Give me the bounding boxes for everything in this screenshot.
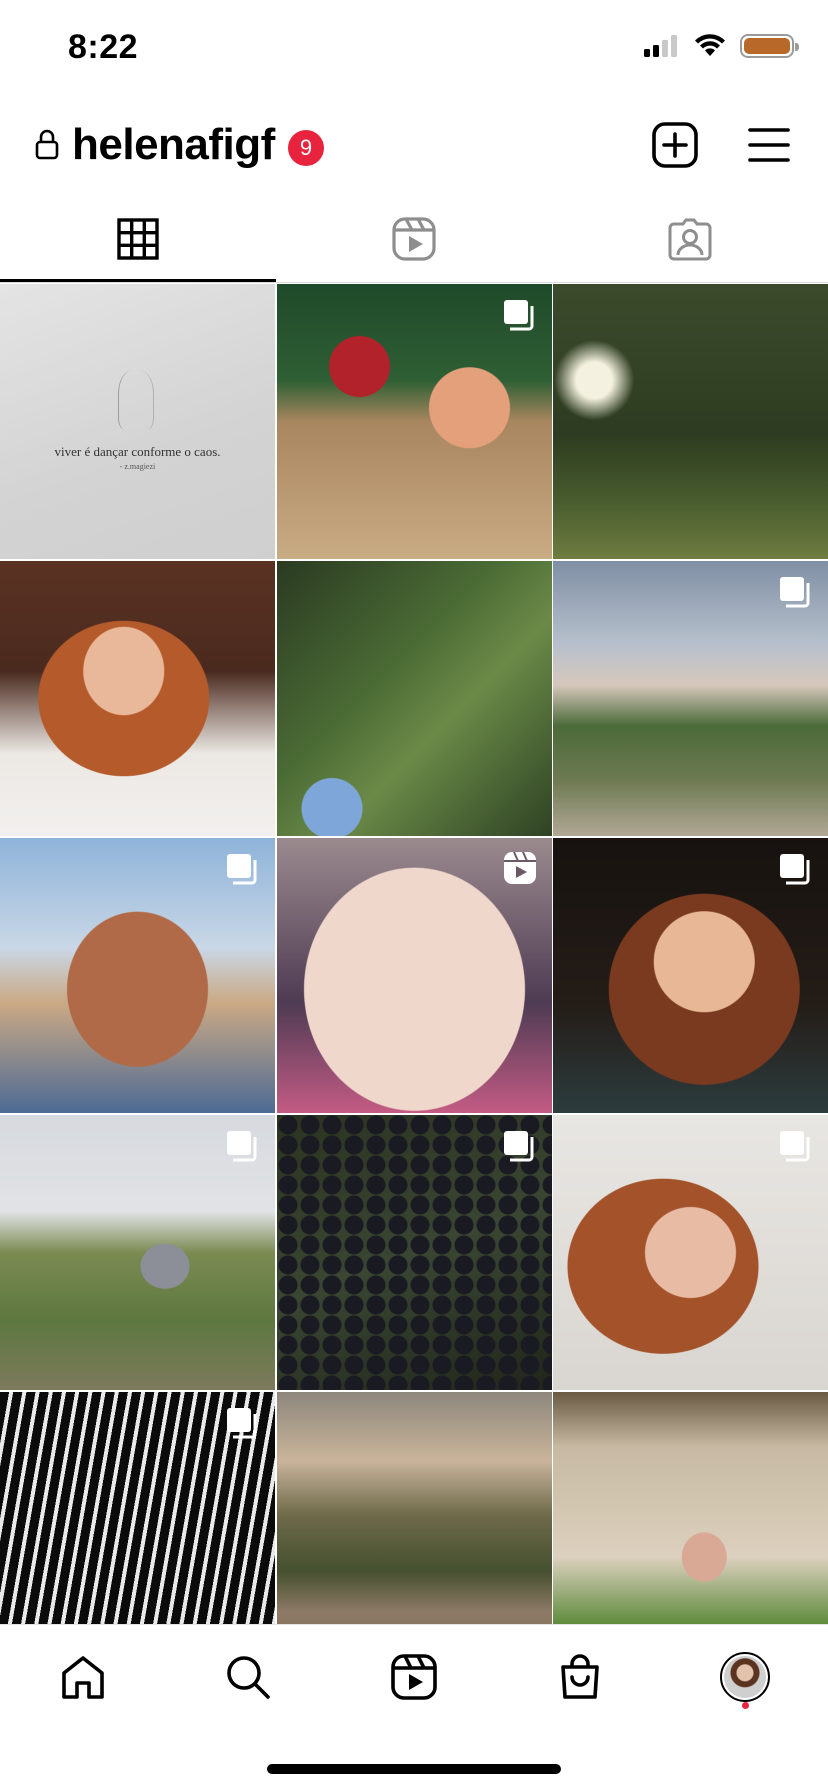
wifi-icon (695, 34, 725, 56)
post-thumbnail[interactable] (276, 284, 552, 559)
carousel-icon (780, 577, 810, 608)
reel-icon (503, 851, 536, 884)
tagged-icon (668, 218, 712, 261)
shop-icon (560, 1654, 599, 1699)
carousel-icon (227, 1408, 257, 1439)
bottom-tab-bar (0, 1624, 828, 1729)
status-icons (644, 34, 799, 58)
nav-profile[interactable] (662, 1625, 828, 1729)
search-icon (227, 1656, 271, 1699)
tab-reels[interactable] (276, 196, 552, 282)
account-switcher-username[interactable]: helenafigf (72, 120, 275, 170)
post-thumbnail[interactable] (553, 284, 828, 559)
post-quote-author: - z.magiezi (119, 462, 156, 471)
lock-icon (35, 129, 59, 160)
carousel-icon (780, 854, 810, 885)
home-indicator[interactable] (267, 1764, 561, 1774)
post-thumbnail[interactable] (553, 1392, 828, 1624)
carousel-icon (227, 854, 257, 885)
reels-icon (392, 217, 436, 261)
nav-reels[interactable] (331, 1625, 497, 1729)
plus-square-icon[interactable] (652, 122, 698, 168)
tab-posts-grid[interactable] (0, 196, 276, 282)
nav-shop[interactable] (497, 1625, 663, 1729)
status-bar: 8:22 (0, 0, 828, 96)
status-time: 8:22 (68, 28, 139, 66)
profile-notification-dot (742, 1702, 750, 1709)
carousel-icon (227, 1131, 257, 1162)
carousel-icon (780, 1131, 810, 1162)
nav-home[interactable] (0, 1625, 166, 1729)
dancer-sketch (118, 370, 154, 430)
profile-header: helenafigf 9 (0, 100, 828, 192)
profile-avatar (720, 1652, 771, 1702)
profile-tabs (0, 196, 828, 282)
post-thumbnail[interactable]: viver é dançar conforme o caos. - z.magi… (0, 284, 275, 559)
post-thumbnail[interactable] (553, 1115, 828, 1390)
tabs-divider (0, 282, 828, 283)
post-thumbnail[interactable] (276, 1392, 552, 1624)
post-thumbnail[interactable] (0, 1392, 275, 1624)
notification-badge[interactable]: 9 (288, 130, 324, 166)
carousel-icon (503, 1131, 533, 1162)
posts-grid: viver é dançar conforme o caos. - z.magi… (0, 284, 828, 1624)
grid-icon (117, 218, 159, 260)
cellular-signal-icon (644, 35, 677, 57)
post-thumbnail[interactable] (276, 1115, 552, 1390)
battery-level (744, 38, 790, 54)
reels-icon (391, 1654, 437, 1700)
hamburger-menu-icon[interactable] (748, 126, 790, 164)
nav-search[interactable] (166, 1625, 332, 1729)
home-icon (61, 1656, 104, 1699)
carousel-icon (503, 300, 533, 331)
battery-icon (740, 34, 799, 58)
post-thumbnail[interactable] (276, 561, 552, 836)
post-thumbnail[interactable] (0, 561, 275, 836)
post-thumbnail[interactable] (553, 561, 828, 836)
post-thumbnail[interactable] (0, 1115, 275, 1390)
post-thumbnail[interactable] (276, 838, 552, 1113)
post-quote-text: viver é dançar conforme o caos. (54, 444, 221, 459)
post-thumbnail[interactable] (553, 838, 828, 1113)
post-thumbnail[interactable] (0, 838, 275, 1113)
tab-tagged[interactable] (552, 196, 828, 282)
